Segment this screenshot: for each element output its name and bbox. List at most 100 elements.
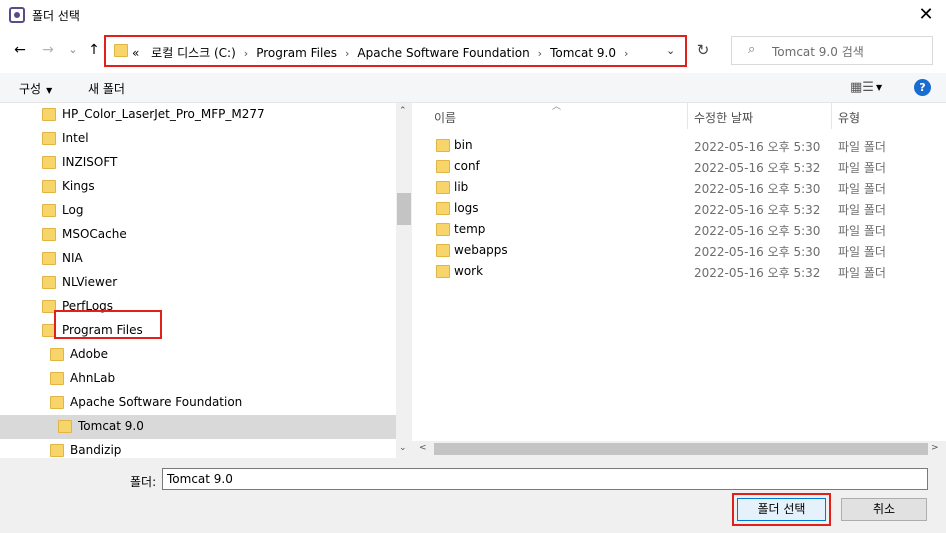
- refresh-icon[interactable]: ↻: [693, 39, 713, 61]
- file-type: 파일 폴더: [838, 161, 886, 175]
- search-placeholder: Tomcat 9.0 검색: [772, 45, 864, 59]
- scroll-down-icon[interactable]: ⌄: [399, 443, 407, 453]
- tree-item[interactable]: Tomcat 9.0: [0, 415, 396, 439]
- tree-scrollbar[interactable]: ⌃ ⌄: [396, 103, 412, 458]
- selection-highlight-outline: [54, 310, 162, 339]
- folder-icon: [436, 160, 450, 173]
- app-icon: [9, 7, 25, 23]
- caret-down-icon[interactable]: ▼: [876, 83, 882, 92]
- tree-item-label: Intel: [62, 131, 89, 145]
- folder-icon: [436, 139, 450, 152]
- folder-icon: [50, 444, 64, 457]
- tree-item[interactable]: Bandizip: [0, 439, 396, 458]
- folder-icon: [436, 265, 450, 278]
- tree-item[interactable]: INZISOFT: [0, 151, 396, 175]
- file-type: 파일 폴더: [838, 182, 886, 196]
- tree-item-label: Adobe: [70, 347, 108, 361]
- file-date: 2022-05-16 오후 5:30: [694, 140, 821, 154]
- folder-icon: [42, 228, 56, 241]
- tree-item[interactable]: MSOCache: [0, 223, 396, 247]
- new-folder-button[interactable]: 새 폴더: [88, 80, 125, 97]
- folder-icon: [42, 276, 56, 289]
- file-type: 파일 폴더: [838, 245, 886, 259]
- file-row[interactable]: conf 2022-05-16 오후 5:32 파일 폴더: [412, 156, 946, 177]
- tree-item[interactable]: Intel: [0, 127, 396, 151]
- column-divider[interactable]: [687, 103, 688, 129]
- folder-icon: [42, 180, 56, 193]
- file-date: 2022-05-16 오후 5:32: [694, 161, 821, 175]
- dialog-footer: 폴더: Tomcat 9.0 폴더 선택 취소: [0, 458, 946, 533]
- column-header-type[interactable]: 유형: [838, 109, 860, 126]
- folder-icon: [114, 44, 128, 57]
- column-divider[interactable]: [831, 103, 832, 129]
- file-type: 파일 폴더: [838, 224, 886, 238]
- folder-icon: [436, 181, 450, 194]
- scroll-up-icon[interactable]: ⌃: [399, 106, 407, 116]
- breadcrumb-item-program-files[interactable]: Program Files: [256, 46, 337, 60]
- breadcrumb-separator-icon[interactable]: ›: [345, 47, 349, 60]
- file-row[interactable]: webapps 2022-05-16 오후 5:30 파일 폴더: [412, 240, 946, 261]
- organize-button[interactable]: 구성 ▼: [19, 80, 52, 97]
- help-icon[interactable]: ?: [914, 79, 931, 96]
- file-type: 파일 폴더: [838, 140, 886, 154]
- breadcrumb-overflow-icon[interactable]: «: [132, 46, 139, 60]
- folder-icon: [58, 420, 72, 433]
- folder-icon: [50, 396, 64, 409]
- scroll-thumb[interactable]: [434, 443, 928, 455]
- file-row[interactable]: bin 2022-05-16 오후 5:30 파일 폴더: [412, 135, 946, 156]
- address-bar[interactable]: « 로컬 디스크 (C:) › Program Files › Apache Softw…: [104, 35, 687, 67]
- folder-name-field[interactable]: Tomcat 9.0: [162, 468, 928, 490]
- folder-icon: [436, 244, 450, 257]
- file-row[interactable]: lib 2022-05-16 오후 5:30 파일 폴더: [412, 177, 946, 198]
- back-arrow-icon[interactable]: ←: [10, 39, 30, 61]
- folder-icon: [42, 156, 56, 169]
- file-name: logs: [454, 201, 479, 215]
- tree-item[interactable]: Kings: [0, 175, 396, 199]
- file-name: lib: [454, 180, 469, 194]
- breadcrumb-item-tomcat[interactable]: Tomcat 9.0: [550, 46, 616, 60]
- select-folder-button[interactable]: 폴더 선택: [737, 498, 826, 521]
- folder-icon: [50, 372, 64, 385]
- column-header-modified[interactable]: 수정한 날짜: [694, 109, 753, 126]
- column-header-name[interactable]: 이름: [434, 109, 456, 126]
- organize-label: 구성: [19, 82, 42, 96]
- tree-item-label: Kings: [62, 179, 95, 193]
- forward-arrow-icon[interactable]: →: [38, 39, 58, 61]
- cancel-button[interactable]: 취소: [841, 498, 927, 521]
- search-input[interactable]: ⌕ Tomcat 9.0 검색: [731, 36, 933, 65]
- file-list-pane: ︿ 이름 수정한 날짜 유형 bin 2022-05-16 오후 5:30 파일 폴…: [412, 102, 946, 458]
- breadcrumb-separator-icon[interactable]: ›: [624, 47, 628, 60]
- breadcrumb-separator-icon[interactable]: ›: [538, 47, 542, 60]
- tree-item[interactable]: Apache Software Foundation: [0, 391, 396, 415]
- breadcrumb-item-apache[interactable]: Apache Software Foundation: [357, 46, 529, 60]
- file-row[interactable]: logs 2022-05-16 오후 5:32 파일 폴더: [412, 198, 946, 219]
- close-icon[interactable]: ✕: [912, 3, 940, 27]
- scroll-thumb[interactable]: [397, 193, 411, 225]
- tree-item[interactable]: Adobe: [0, 343, 396, 367]
- tree-item-label: AhnLab: [70, 371, 116, 385]
- recent-locations-chevron-icon[interactable]: ⌄: [63, 39, 83, 61]
- breadcrumb-item-local-disk[interactable]: 로컬 디스크 (C:): [151, 46, 236, 60]
- up-arrow-icon[interactable]: ↑: [84, 39, 104, 61]
- view-options-icon[interactable]: ▦☰: [850, 80, 874, 95]
- tree-item[interactable]: NIA: [0, 247, 396, 271]
- search-icon: ⌕: [748, 42, 756, 57]
- tree-item-label: NLViewer: [62, 275, 118, 289]
- file-row[interactable]: temp 2022-05-16 오후 5:30 파일 폴더: [412, 219, 946, 240]
- file-name: conf: [454, 159, 480, 173]
- tree-item[interactable]: AhnLab: [0, 367, 396, 391]
- window-title: 폴더 선택: [32, 9, 80, 23]
- file-list-hscrollbar[interactable]: < >: [412, 441, 946, 458]
- address-dropdown-chevron-icon[interactable]: ⌄: [666, 44, 675, 57]
- toolbar: 구성 ▼ 새 폴더 ▦☰ ▼ ?: [0, 73, 946, 103]
- breadcrumb: « 로컬 디스크 (C:) › Program Files › Apache Softw…: [132, 44, 636, 61]
- breadcrumb-separator-icon[interactable]: ›: [244, 47, 248, 60]
- tree-item[interactable]: NLViewer: [0, 271, 396, 295]
- folder-icon: [42, 132, 56, 145]
- scroll-left-icon[interactable]: <: [419, 443, 427, 453]
- tree-item[interactable]: Log: [0, 199, 396, 223]
- scroll-right-icon[interactable]: >: [931, 443, 939, 453]
- tree-item[interactable]: HP_Color_LaserJet_Pro_MFP_M277: [0, 103, 396, 127]
- file-row[interactable]: work 2022-05-16 오후 5:32 파일 폴더: [412, 261, 946, 282]
- sort-arrow-icon: ︿: [552, 102, 562, 112]
